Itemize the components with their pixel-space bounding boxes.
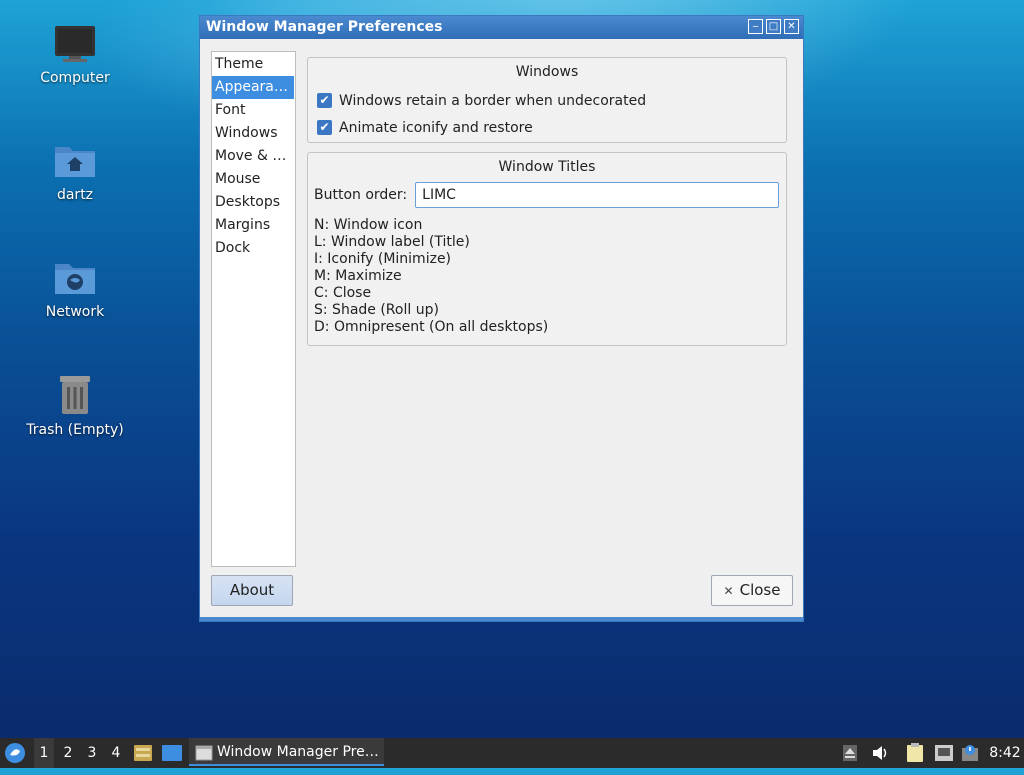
desktop-icon-computer[interactable]: Computer <box>20 24 130 86</box>
window-bottom-border <box>200 617 803 621</box>
option-animate-iconify[interactable]: ✔ Animate iconify and restore <box>317 114 786 141</box>
legend-line: S: Shade (Roll up) <box>314 302 439 318</box>
checkbox-checked-icon[interactable]: ✔ <box>317 120 332 135</box>
sidebar-item-margins[interactable]: Margins <box>212 214 295 237</box>
section-title: Window Titles <box>498 159 596 175</box>
computer-icon <box>55 26 95 62</box>
home-folder-icon <box>55 147 95 177</box>
window-app-icon <box>195 745 213 761</box>
desktop-icon-label: Trash (Empty) <box>26 422 124 438</box>
option-label: Windows retain a border when undecorated <box>339 92 647 109</box>
maximize-button[interactable]: □ <box>766 19 781 34</box>
section-title: Windows <box>515 64 579 80</box>
task-window-manager-preferences[interactable]: Window Manager Pre… <box>189 738 384 766</box>
sidebar-item-appearance[interactable]: Appeara… <box>212 76 294 99</box>
button-order-row: Button order: LIMC <box>314 181 786 209</box>
workspace-4[interactable]: 4 <box>106 738 126 768</box>
preferences-window: Window Manager Preferences ‒ □ ✕ Theme A… <box>199 15 804 622</box>
legend-line: M: Maximize <box>314 268 402 284</box>
option-label: Animate iconify and restore <box>339 119 533 136</box>
notification-icon[interactable] <box>961 738 981 768</box>
desktop-icon-label: dartz <box>56 187 94 203</box>
file-cabinet-icon <box>134 745 152 761</box>
close-label: Close <box>739 581 781 599</box>
legend-line: D: Omnipresent (On all desktops) <box>314 319 549 335</box>
workspace-3[interactable]: 3 <box>82 738 102 768</box>
windows-section: Windows ✔ Windows retain a border when u… <box>307 57 787 143</box>
window-titles-section: Window Titles Button order: LIMC N: Wind… <box>307 152 787 346</box>
button-order-label: Button order: <box>314 187 408 203</box>
lxqt-logo-icon <box>5 743 25 763</box>
file-manager-launcher[interactable] <box>133 738 155 768</box>
checkbox-checked-icon[interactable]: ✔ <box>317 93 332 108</box>
show-desktop-button[interactable] <box>161 738 185 768</box>
close-button[interactable]: ✕ Close <box>711 575 793 606</box>
network-folder-icon <box>55 264 95 294</box>
legend-line: L: Window label (Title) <box>314 234 470 250</box>
window-titlebar[interactable]: Window Manager Preferences ‒ □ ✕ <box>200 16 803 39</box>
taskbar: 1 2 3 4 Window Manager Pre… 8:42 <box>0 738 1024 768</box>
clipboard-icon[interactable] <box>906 738 928 768</box>
trash-icon <box>60 376 90 414</box>
volume-icon[interactable] <box>871 738 891 768</box>
close-window-button[interactable]: ✕ <box>784 19 799 34</box>
eject-icon[interactable] <box>843 738 861 768</box>
workspace-2[interactable]: 2 <box>58 738 78 768</box>
sidebar-item-font[interactable]: Font <box>212 99 295 122</box>
sidebar-item-desktops[interactable]: Desktops <box>212 191 295 214</box>
network-connection-icon[interactable] <box>934 738 956 768</box>
sidebar-item-theme[interactable]: Theme <box>212 53 295 76</box>
desktop-icon-home[interactable]: dartz <box>20 141 130 203</box>
desktop-icon-label: Computer <box>40 70 110 86</box>
clock[interactable]: 8:42 <box>988 738 1022 768</box>
window-title: Window Manager Preferences <box>206 19 443 35</box>
button-legend: N: Window icon L: Window label (Title) I… <box>314 217 786 336</box>
about-label: About <box>229 581 275 599</box>
sidebar-item-windows[interactable]: Windows <box>212 122 295 145</box>
button-order-input[interactable]: LIMC <box>415 182 780 208</box>
category-list: Theme Appeara… Font Windows Move & … Mou… <box>211 51 296 567</box>
desktop-icon-label: Network <box>45 304 105 320</box>
option-retain-border[interactable]: ✔ Windows retain a border when undecorat… <box>317 87 786 114</box>
sidebar-item-move-resize[interactable]: Move & … <box>212 145 295 168</box>
minimize-button[interactable]: ‒ <box>748 19 763 34</box>
legend-line: I: Iconify (Minimize) <box>314 251 452 267</box>
workspace-1[interactable]: 1 <box>34 738 54 768</box>
sidebar-item-dock[interactable]: Dock <box>212 237 295 260</box>
start-menu-button[interactable] <box>4 738 28 768</box>
desktop-icon <box>162 745 182 761</box>
about-button[interactable]: About <box>211 575 293 606</box>
desktop-icon-network[interactable]: Network <box>20 258 130 320</box>
legend-line: C: Close <box>314 285 372 301</box>
legend-line: N: Window icon <box>314 217 423 233</box>
sidebar-item-mouse[interactable]: Mouse <box>212 168 295 191</box>
close-icon: ✕ <box>723 584 734 598</box>
desktop-icon-trash[interactable]: Trash (Empty) <box>20 374 130 438</box>
task-label: Window Manager Pre… <box>217 744 379 760</box>
